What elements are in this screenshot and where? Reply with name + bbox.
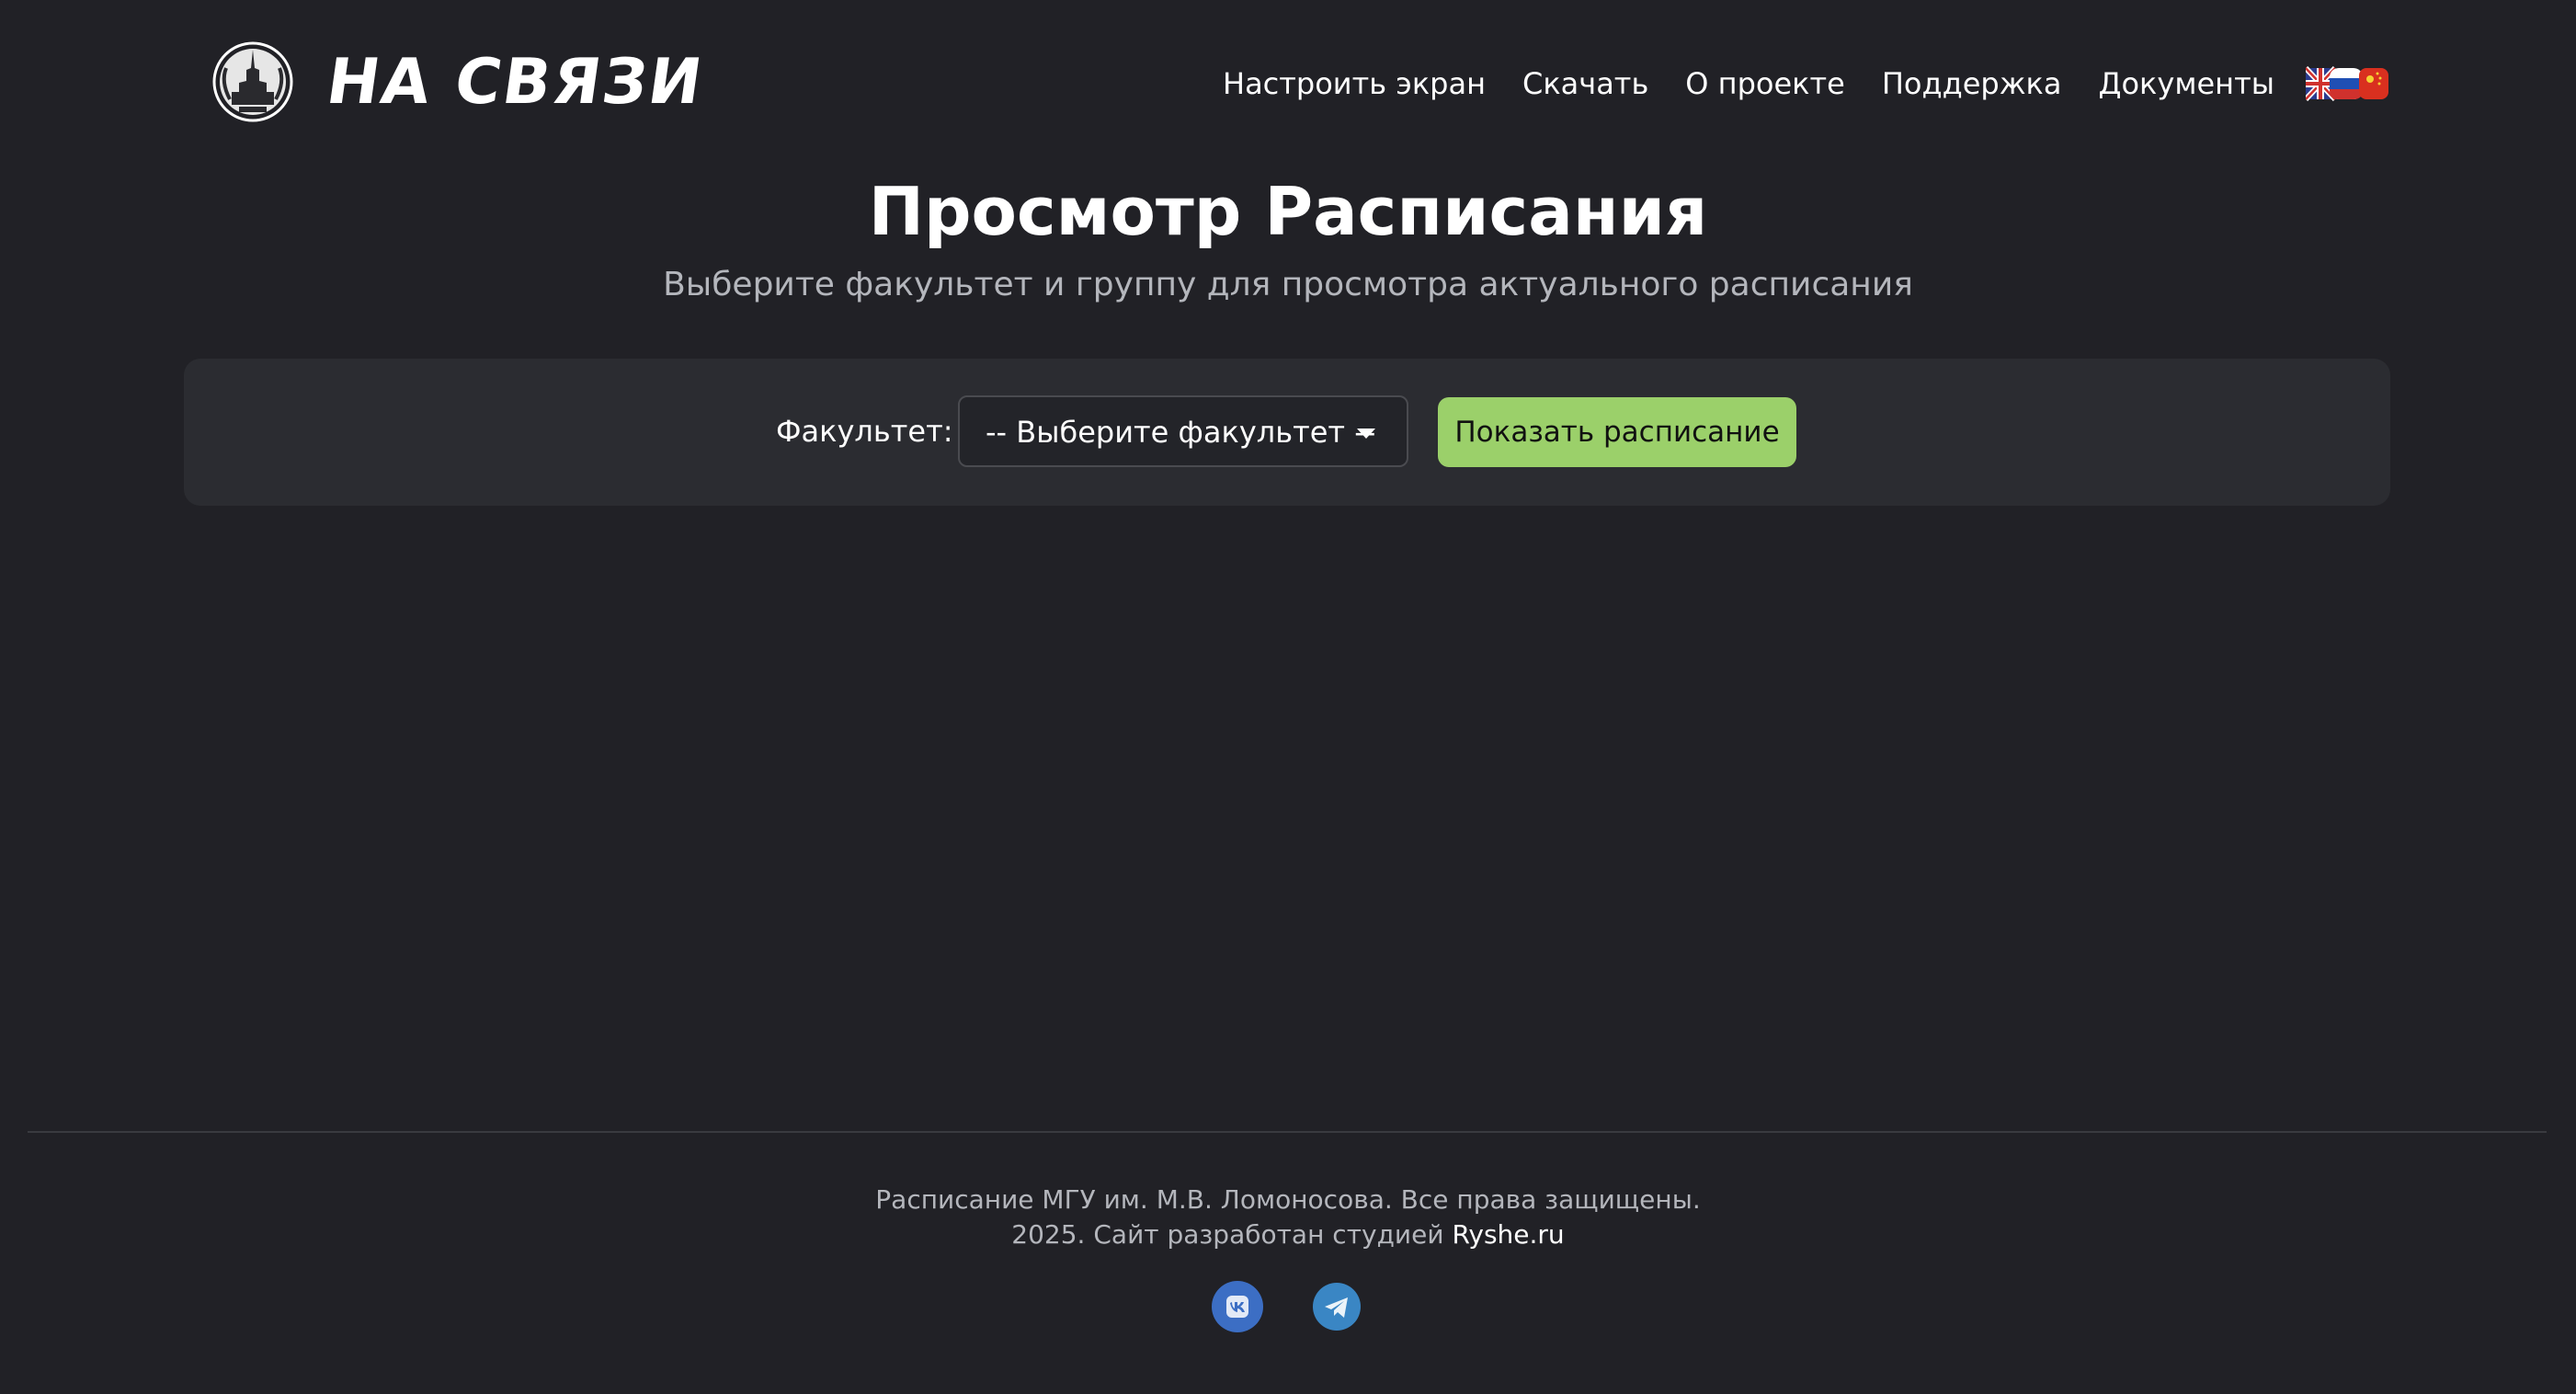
- brand-name[interactable]: НА СВЯЗИ: [322, 46, 709, 120]
- nav-link-download[interactable]: Скачать: [1522, 61, 1648, 107]
- footer-credit-text: 2025. Сайт разработан студией: [1011, 1219, 1453, 1250]
- footer-line-2: 2025. Сайт разработан студией Ryshe.ru: [0, 1217, 2576, 1252]
- footer-copyright: Расписание МГУ им. М.В. Ломоносова. Все …: [0, 1183, 2576, 1252]
- nav-link-support[interactable]: Поддержка: [1882, 61, 2062, 107]
- footer-divider: [28, 1131, 2547, 1133]
- vk-icon[interactable]: [1212, 1281, 1263, 1332]
- faculty-select-value: -- Выберите факультет --: [986, 415, 1376, 450]
- faculty-label: Факультет:: [776, 414, 953, 449]
- nav-link-about[interactable]: О проекте: [1685, 61, 1845, 107]
- msu-emblem-icon[interactable]: [211, 40, 294, 123]
- main-nav: Настроить экран Скачать О проекте Поддер…: [1223, 61, 2274, 107]
- site-header: НА СВЯЗИ Настроить экран Скачать О проек…: [0, 0, 2576, 166]
- show-schedule-button[interactable]: Показать расписание: [1438, 397, 1796, 467]
- russia-flag-icon: [2330, 68, 2363, 99]
- studio-link[interactable]: Ryshe.ru: [1452, 1219, 1564, 1250]
- language-switcher[interactable]: [2303, 65, 2388, 102]
- chevron-down-icon: [1357, 428, 1375, 439]
- china-flag-icon: [2359, 68, 2388, 99]
- nav-link-documents[interactable]: Документы: [2098, 61, 2274, 107]
- telegram-icon[interactable]: [1313, 1283, 1361, 1331]
- page-title: Просмотр Расписания: [868, 173, 1708, 250]
- faculty-select[interactable]: -- Выберите факультет --: [958, 395, 1408, 467]
- nav-link-configure-screen[interactable]: Настроить экран: [1223, 61, 1486, 107]
- footer-line-1: Расписание МГУ им. М.В. Ломоносова. Все …: [875, 1184, 1701, 1215]
- page-subtitle: Выберите факультет и группу для просмотр…: [663, 266, 1913, 303]
